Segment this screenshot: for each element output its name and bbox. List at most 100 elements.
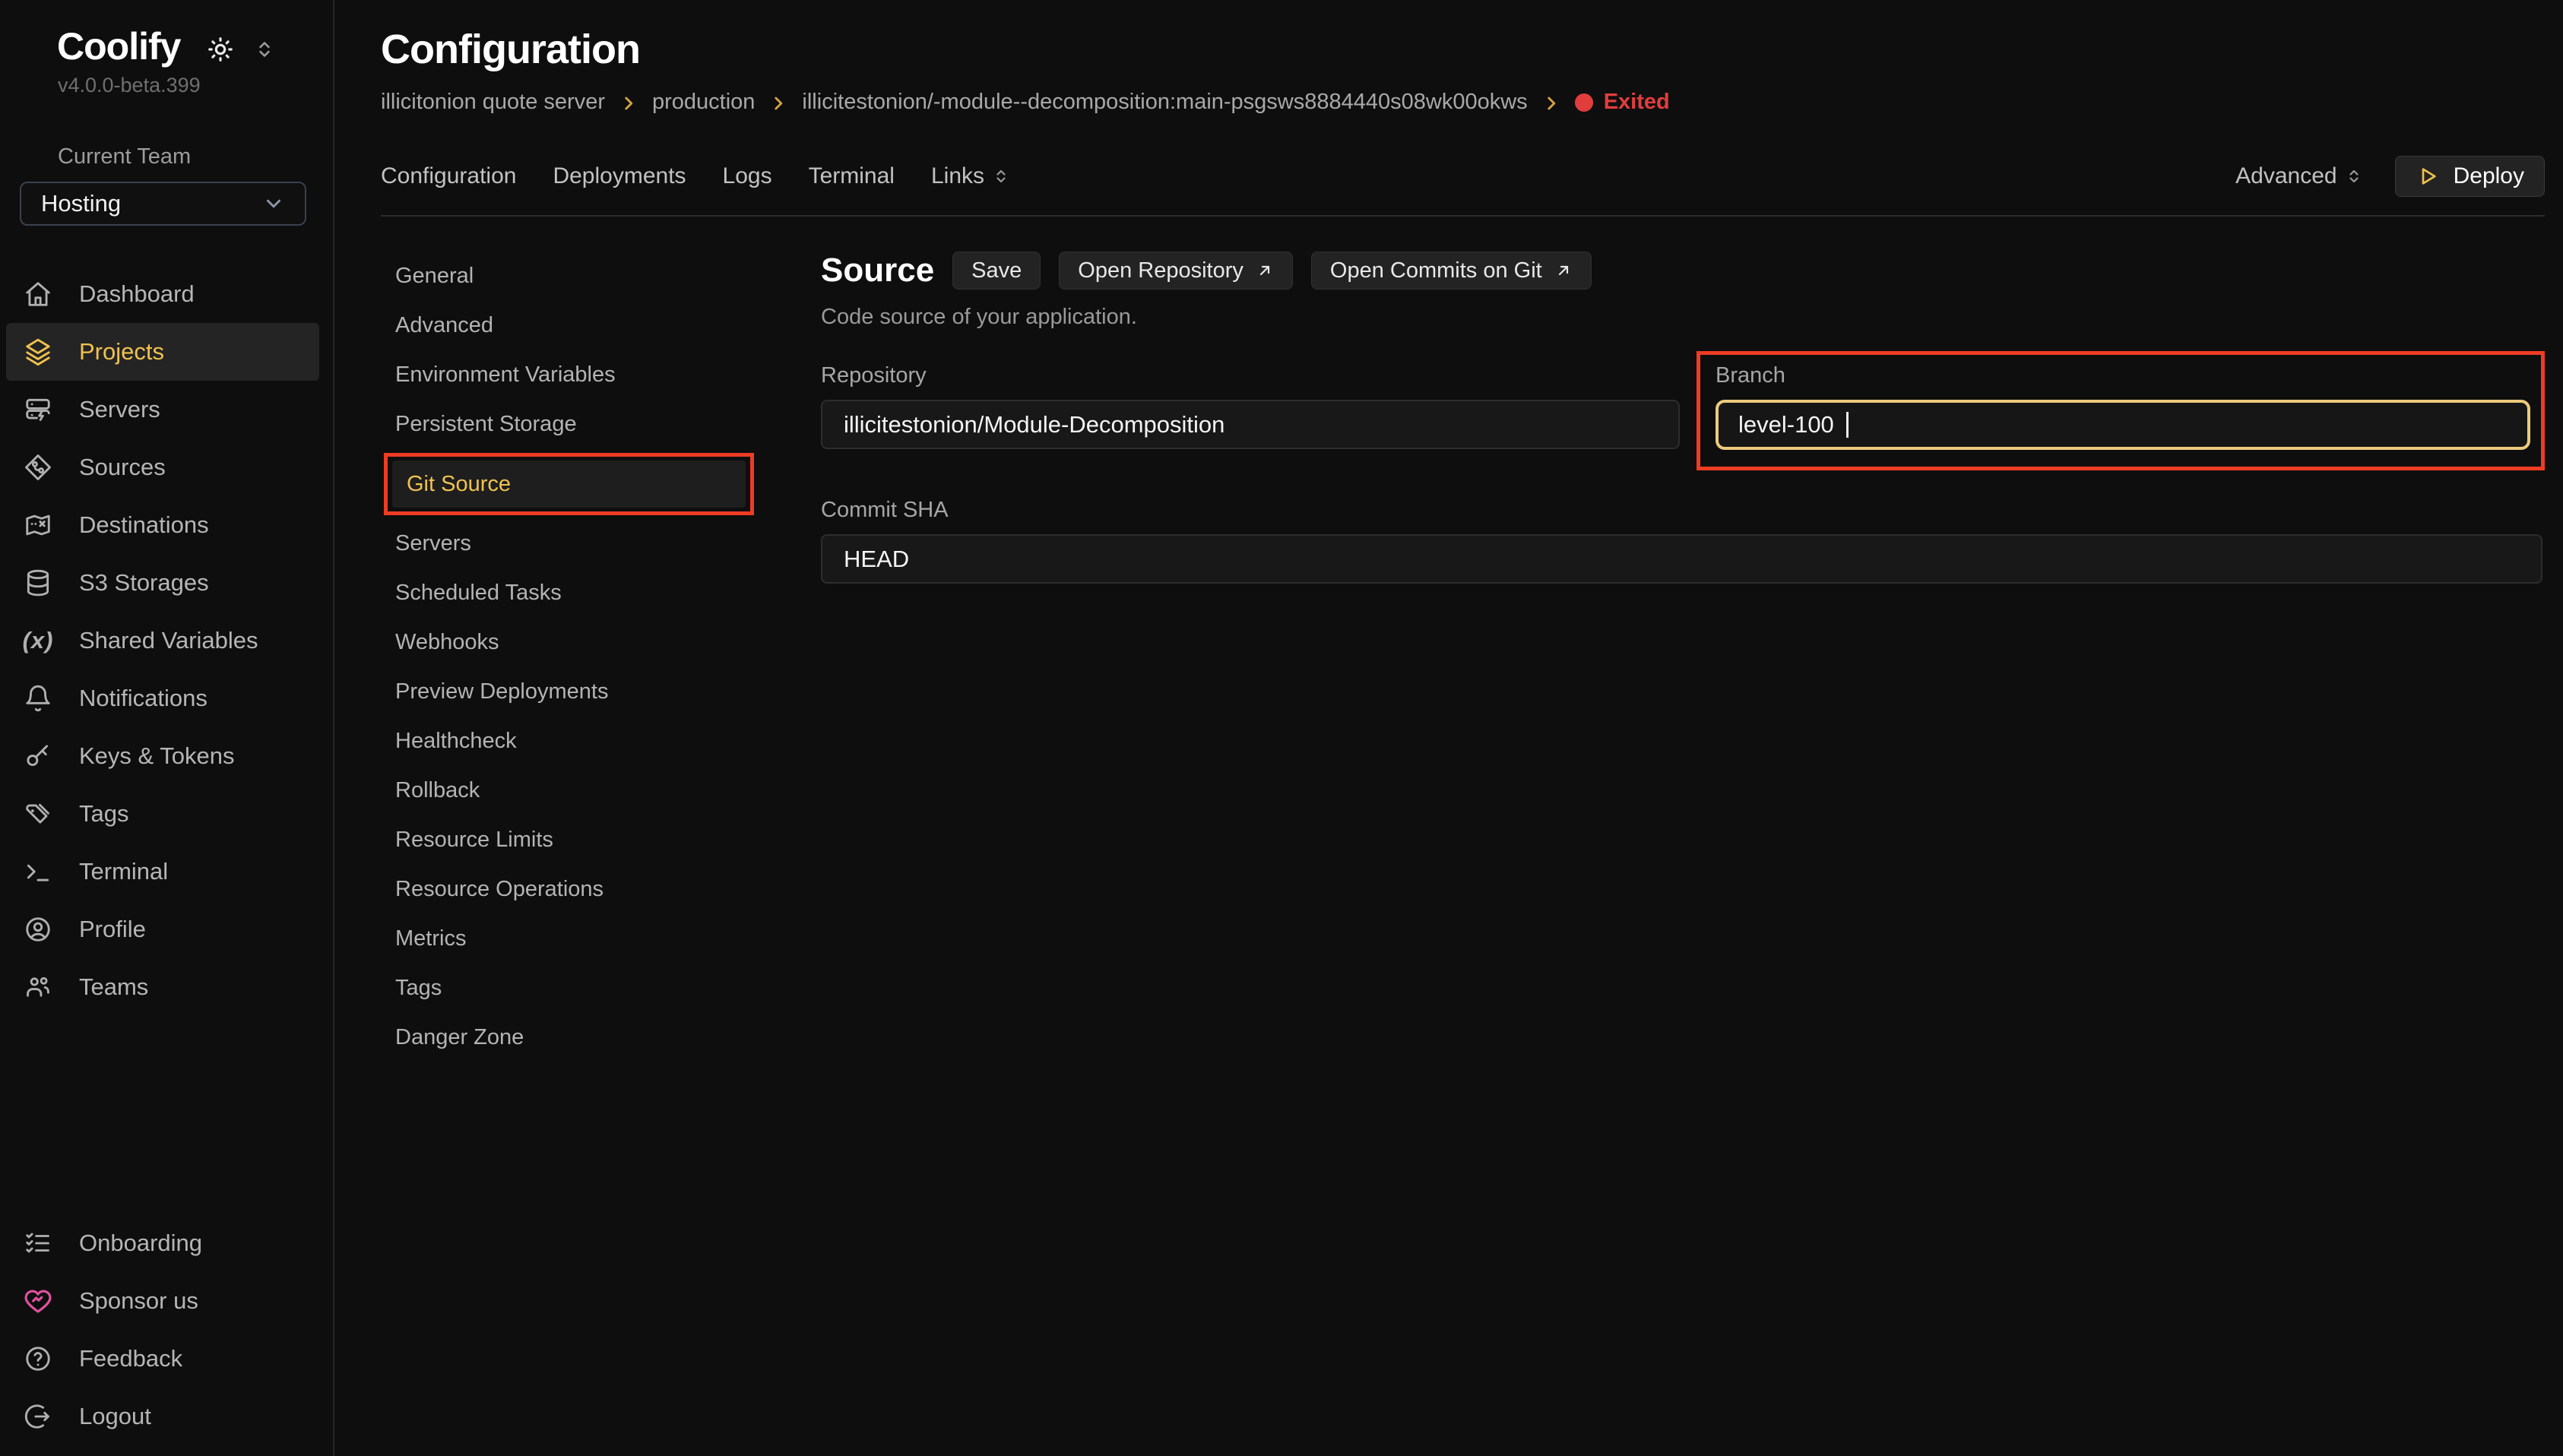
sidebar-item-label: Teams bbox=[79, 973, 148, 1001]
sidebar-item-label: Sources bbox=[79, 454, 166, 481]
subnav-environment-variables[interactable]: Environment Variables bbox=[381, 350, 821, 400]
subnav-webhooks[interactable]: Webhooks bbox=[381, 618, 821, 667]
annotation-box-git-source: Git Source bbox=[384, 453, 754, 515]
status-text: Exited bbox=[1604, 90, 1670, 115]
deploy-button[interactable]: Deploy bbox=[2395, 156, 2545, 197]
sidebar-item-label: Servers bbox=[79, 396, 160, 423]
subnav-danger-zone[interactable]: Danger Zone bbox=[381, 1013, 821, 1062]
chevron-down-icon bbox=[262, 192, 285, 215]
sidebar-item-notifications[interactable]: Notifications bbox=[6, 669, 319, 727]
branch-field: Branch bbox=[1716, 363, 2530, 450]
chevron-right-icon bbox=[768, 93, 788, 113]
sidebar-item-profile[interactable]: Profile bbox=[6, 901, 319, 958]
breadcrumb-application[interactable]: illicitestonion/-module--decomposition:m… bbox=[802, 90, 1527, 115]
subnav-servers[interactable]: Servers bbox=[381, 519, 821, 568]
sidebar-item-keys-tokens[interactable]: Keys & Tokens bbox=[6, 727, 319, 785]
chevron-right-icon bbox=[619, 93, 638, 113]
tab-deployments[interactable]: Deployments bbox=[553, 163, 686, 189]
current-team-label: Current Team bbox=[58, 144, 333, 169]
git-icon bbox=[23, 453, 53, 482]
tab-terminal[interactable]: Terminal bbox=[809, 163, 895, 189]
sidebar-item-teams[interactable]: Teams bbox=[6, 958, 319, 1016]
repository-input[interactable] bbox=[821, 400, 1680, 449]
sidebar-item-label: Onboarding bbox=[79, 1230, 202, 1257]
commit-sha-field: Commit SHA bbox=[821, 498, 2545, 584]
team-select-value: Hosting bbox=[41, 190, 121, 217]
sidebar-item-destinations[interactable]: Destinations bbox=[6, 496, 319, 554]
status-dot-icon bbox=[1575, 93, 1593, 112]
breadcrumb-environment[interactable]: production bbox=[652, 90, 755, 115]
sidebar-item-label: Destinations bbox=[79, 511, 209, 539]
help-circle-icon bbox=[23, 1344, 53, 1373]
theme-sun-icon[interactable] bbox=[206, 35, 235, 64]
sidebar-item-logout[interactable]: Logout bbox=[6, 1388, 319, 1445]
open-repository-button[interactable]: Open Repository bbox=[1059, 252, 1293, 290]
sidebar-item-terminal[interactable]: Terminal bbox=[6, 843, 319, 901]
subnav-healthcheck[interactable]: Healthcheck bbox=[381, 717, 821, 766]
layers-icon bbox=[23, 337, 53, 366]
sidebar-item-label: Projects bbox=[79, 338, 164, 366]
annotation-box-branch: Branch bbox=[1697, 351, 2545, 470]
subnav-metrics[interactable]: Metrics bbox=[381, 914, 821, 964]
sidebar-item-tags[interactable]: Tags bbox=[6, 785, 319, 843]
advanced-menu[interactable]: Advanced bbox=[2235, 163, 2362, 189]
sidebar-item-label: Profile bbox=[79, 916, 146, 943]
sidebar-item-onboarding[interactable]: Onboarding bbox=[6, 1214, 319, 1272]
sidebar-item-sources[interactable]: Sources bbox=[6, 438, 319, 496]
team-select[interactable]: Hosting bbox=[20, 182, 306, 226]
key-icon bbox=[23, 742, 53, 771]
sidebar-item-feedback[interactable]: Feedback bbox=[6, 1330, 319, 1388]
divider bbox=[381, 215, 2545, 217]
tab-logs[interactable]: Logs bbox=[723, 163, 772, 189]
config-subnav: General Advanced Environment Variables P… bbox=[381, 252, 821, 1062]
breadcrumb-project[interactable]: illicitonion quote server bbox=[381, 90, 605, 115]
subnav-resource-operations[interactable]: Resource Operations bbox=[381, 865, 821, 914]
tab-configuration[interactable]: Configuration bbox=[381, 163, 516, 189]
repository-field: Repository bbox=[821, 363, 1680, 449]
commit-sha-input[interactable] bbox=[821, 534, 2542, 584]
subnav-general[interactable]: General bbox=[381, 252, 821, 301]
subnav-tags[interactable]: Tags bbox=[381, 964, 821, 1013]
sidebar-item-label: Feedback bbox=[79, 1345, 182, 1372]
subnav-git-source[interactable]: Git Source bbox=[392, 461, 746, 508]
teams-icon bbox=[23, 973, 53, 1002]
server-icon bbox=[23, 395, 53, 424]
sidebar-item-label: Notifications bbox=[79, 685, 208, 712]
subnav-resource-limits[interactable]: Resource Limits bbox=[381, 815, 821, 865]
subnav-advanced[interactable]: Advanced bbox=[381, 301, 821, 350]
sidebar-item-sponsor-us[interactable]: Sponsor us bbox=[6, 1272, 319, 1330]
external-link-icon bbox=[1554, 261, 1573, 280]
sidebar-item-label: Tags bbox=[79, 800, 128, 828]
subnav-persistent-storage[interactable]: Persistent Storage bbox=[381, 400, 821, 449]
open-commits-button[interactable]: Open Commits on Git bbox=[1311, 252, 1592, 290]
subnav-rollback[interactable]: Rollback bbox=[381, 766, 821, 815]
sidebar-item-projects[interactable]: Projects bbox=[6, 323, 319, 381]
sidebar-item-s3-storages[interactable]: S3 Storages bbox=[6, 554, 319, 612]
subnav-preview-deployments[interactable]: Preview Deployments bbox=[381, 667, 821, 717]
sidebar-item-shared-variables[interactable]: (x) Shared Variables bbox=[6, 612, 319, 669]
chevrons-up-down-icon bbox=[992, 167, 1010, 185]
app-version: v4.0.0-beta.399 bbox=[58, 74, 333, 97]
breadcrumb: illicitonion quote server production ill… bbox=[381, 90, 2545, 115]
sidebar-item-dashboard[interactable]: Dashboard bbox=[6, 265, 319, 323]
subnav-scheduled-tasks[interactable]: Scheduled Tasks bbox=[381, 568, 821, 618]
tags-icon bbox=[23, 799, 53, 828]
branch-input[interactable] bbox=[1716, 400, 2530, 450]
section-description: Code source of your application. bbox=[821, 305, 2545, 330]
theme-selector-chevrons-icon[interactable] bbox=[255, 40, 274, 59]
variables-icon: (x) bbox=[23, 627, 53, 654]
terminal-icon bbox=[23, 857, 53, 886]
sidebar-item-label: Logout bbox=[79, 1403, 151, 1430]
commit-sha-label: Commit SHA bbox=[821, 498, 2542, 523]
sidebar-item-label: Keys & Tokens bbox=[79, 742, 234, 770]
save-button[interactable]: Save bbox=[952, 252, 1041, 290]
tab-row: Configuration Deployments Logs Terminal … bbox=[381, 156, 2545, 197]
database-icon bbox=[23, 568, 53, 597]
play-icon bbox=[2416, 164, 2440, 188]
sidebar: Coolify v4.0.0-beta.399 Current Team Hos… bbox=[0, 0, 334, 1456]
external-link-icon bbox=[1256, 261, 1274, 280]
tab-links[interactable]: Links bbox=[931, 163, 1010, 189]
main-content: Configuration illicitonion quote server … bbox=[334, 0, 2563, 1456]
sidebar-item-label: Shared Variables bbox=[79, 627, 258, 654]
sidebar-item-servers[interactable]: Servers bbox=[6, 381, 319, 438]
